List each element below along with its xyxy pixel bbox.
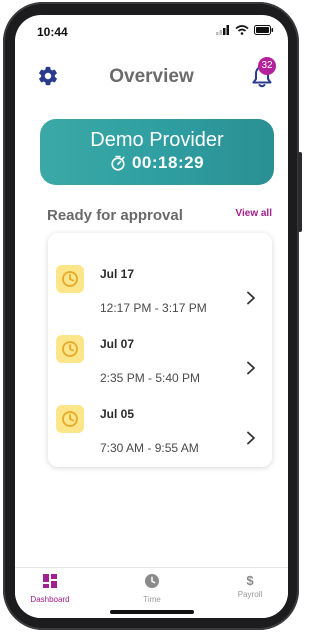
phone-frame: 10:44 Overview 32 Demo Provider 00:18:29… (3, 2, 302, 630)
side-button (298, 152, 302, 232)
nav-item-dashboard[interactable]: Dashboard (15, 574, 85, 604)
approval-card: Jul 17 12:17 PM - 3:17 PM Jul 07 2:35 PM… (48, 233, 272, 467)
screen: 10:44 Overview 32 Demo Provider 00:18:29… (15, 15, 288, 618)
battery-icon (254, 25, 274, 35)
page-title: Overview (109, 66, 194, 87)
status-time: 10:44 (37, 25, 68, 39)
provider-card[interactable]: Demo Provider 00:18:29 (40, 119, 274, 185)
timer-value: 00:18:29 (131, 153, 205, 172)
nav-label: Time (143, 595, 161, 604)
wifi-icon (235, 25, 249, 35)
clock-icon (56, 265, 84, 293)
clock-icon (56, 405, 84, 433)
timer-row: 00:18:29 (40, 153, 274, 173)
clock-icon (145, 574, 159, 588)
stopwatch-icon (111, 155, 125, 171)
chevron-right-icon[interactable] (246, 431, 256, 445)
approval-item[interactable]: Jul 17 12:17 PM - 3:17 PM (48, 265, 272, 335)
dollar-icon: $ (246, 573, 254, 588)
approval-time-range: 12:17 PM - 3:17 PM (100, 301, 207, 315)
view-all-link[interactable]: View all (235, 208, 272, 219)
dashboard-icon (43, 574, 57, 588)
approval-date: Jul 05 (100, 407, 135, 421)
approval-date: Jul 07 (100, 337, 135, 351)
status-bar: 10:44 (15, 15, 288, 49)
approval-item[interactable]: Jul 05 7:30 AM - 9:55 AM (48, 405, 272, 475)
provider-name: Demo Provider (90, 129, 224, 151)
clock-icon (56, 335, 84, 363)
approval-item[interactable]: Jul 07 2:35 PM - 5:40 PM (48, 335, 272, 405)
nav-label: Dashboard (30, 595, 70, 604)
chevron-right-icon[interactable] (246, 291, 256, 305)
nav-item-time[interactable]: Time (117, 574, 187, 604)
nav-label: Payroll (237, 590, 263, 599)
approval-time-range: 2:35 PM - 5:40 PM (100, 371, 201, 385)
status-icons (216, 25, 274, 35)
nav-item-payroll[interactable]: $ Payroll (215, 573, 285, 600)
notification-badge: 32 (258, 57, 276, 75)
signal-icon (216, 25, 229, 35)
home-indicator (110, 610, 194, 614)
section-title: Ready for approval (47, 207, 183, 224)
approval-time-range: 7:30 AM - 9:55 AM (100, 441, 199, 455)
approval-date: Jul 17 (100, 267, 135, 281)
chevron-right-icon[interactable] (246, 361, 256, 375)
